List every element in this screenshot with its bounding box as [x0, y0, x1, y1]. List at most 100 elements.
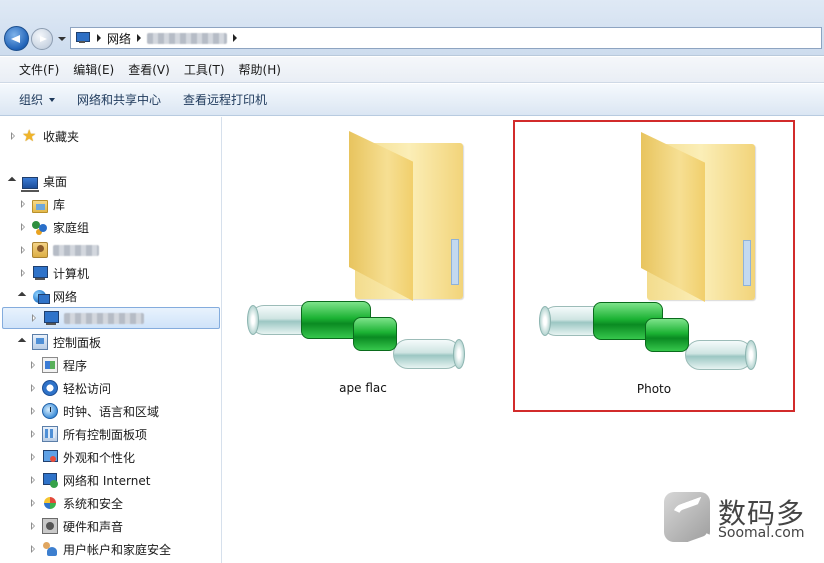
tree-label: 用户帐户和家庭安全	[63, 542, 172, 557]
tree-label: 时钟、语言和区域	[63, 404, 160, 419]
tree-label: 桌面	[43, 174, 68, 189]
network-internet-icon	[42, 472, 58, 488]
breadcrumb-separator[interactable]	[97, 34, 101, 42]
expand-arrow-icon[interactable]	[28, 360, 38, 370]
tree-label: 收藏夹	[43, 129, 80, 144]
expand-arrow-icon[interactable]	[28, 521, 38, 531]
breadcrumb-separator[interactable]	[137, 34, 142, 42]
tree-item-ease-of-access[interactable]: 轻松访问	[28, 377, 111, 399]
folder-name[interactable]: ape flac	[243, 381, 483, 395]
address-bar[interactable]: 网络	[70, 27, 822, 49]
tree-label: 网络	[53, 289, 78, 304]
tree-item-network-computer[interactable]	[2, 307, 220, 329]
menu-bar: 文件(F) 编辑(E) 查看(V) 工具(T) 帮助(H)	[0, 57, 824, 83]
network-sharing-center-button[interactable]: 网络和共享中心	[70, 91, 168, 108]
tree-item-all-control-panel-items[interactable]: 所有控制面板项	[28, 423, 147, 445]
recent-pages-dropdown[interactable]	[58, 37, 66, 41]
view-remote-printers-button[interactable]: 查看远程打印机	[176, 91, 274, 108]
organize-button[interactable]: 组织	[12, 91, 62, 108]
star-icon	[22, 126, 38, 145]
expand-arrow-icon[interactable]	[28, 498, 38, 508]
collapse-arrow-icon[interactable]	[8, 176, 18, 186]
watermark-subtitle: Soomal.com	[718, 525, 805, 541]
all-control-panel-items-icon	[42, 426, 58, 442]
address-row: 网络	[0, 0, 824, 56]
tree-item-user[interactable]	[18, 239, 99, 261]
chevron-down-icon	[49, 97, 56, 102]
breadcrumb-computer-blurred[interactable]	[147, 32, 228, 44]
shared-folder-item-highlighted[interactable]: Photo	[513, 120, 795, 412]
expand-arrow-icon[interactable]	[28, 544, 38, 554]
shared-folder-icon	[535, 122, 775, 382]
breadcrumb-network[interactable]: 网络	[107, 30, 131, 47]
tree-item-desktop[interactable]: 桌面	[8, 170, 67, 192]
expand-arrow-icon[interactable]	[18, 222, 28, 232]
tree-label: 计算机	[53, 266, 90, 281]
network-computer-name-blurred	[64, 312, 144, 324]
menu-help[interactable]: 帮助(H)	[232, 61, 288, 78]
control-panel-icon	[32, 334, 48, 350]
appearance-icon	[42, 449, 58, 465]
tree-item-network[interactable]: 网络	[18, 285, 77, 307]
menu-edit[interactable]: 编辑(E)	[66, 61, 121, 78]
expand-arrow-icon[interactable]	[18, 199, 28, 209]
shared-folder-icon	[243, 121, 483, 381]
tree-label: 系统和安全	[63, 496, 124, 511]
command-bar: 组织 网络和共享中心 查看远程打印机	[0, 84, 824, 116]
tree-label: 外观和个性化	[63, 450, 136, 465]
tree-item-network-internet[interactable]: 网络和 Internet	[28, 469, 150, 491]
tree-item-homegroup[interactable]: 家庭组	[18, 216, 89, 238]
expand-arrow-icon[interactable]	[29, 313, 39, 323]
desktop-icon	[21, 177, 39, 192]
expand-arrow-icon[interactable]	[18, 245, 28, 255]
expand-arrow-icon[interactable]	[28, 383, 38, 393]
user-name-blurred	[53, 244, 99, 256]
expand-arrow-icon[interactable]	[28, 406, 38, 416]
forward-button[interactable]	[31, 28, 53, 50]
collapse-arrow-icon[interactable]	[18, 337, 28, 347]
shared-folder-item[interactable]: ape flac	[243, 121, 483, 411]
breadcrumb-separator[interactable]	[233, 34, 238, 42]
expand-arrow-icon[interactable]	[8, 131, 18, 141]
expand-arrow-icon[interactable]	[28, 475, 38, 485]
tree-item-appearance[interactable]: 外观和个性化	[28, 446, 135, 468]
user-folder-icon	[32, 242, 48, 258]
tree-label: 网络和 Internet	[63, 473, 151, 488]
organize-label: 组织	[19, 93, 44, 107]
menu-file[interactable]: 文件(F)	[12, 61, 66, 78]
network-location-icon	[75, 32, 91, 44]
tree-label: 程序	[63, 358, 88, 373]
navigation-pane[interactable]: 收藏夹 桌面 库 家庭组 计算机 网络 控制面板	[0, 117, 222, 563]
tree-item-computer[interactable]: 计算机	[18, 262, 89, 284]
expand-arrow-icon[interactable]	[28, 429, 38, 439]
expand-arrow-icon[interactable]	[18, 268, 28, 278]
tree-item-control-panel[interactable]: 控制面板	[18, 331, 101, 353]
tree-label: 所有控制面板项	[63, 427, 148, 442]
tree-label: 库	[53, 197, 66, 212]
tree-item-clock-language-region[interactable]: 时钟、语言和区域	[28, 400, 159, 422]
network-icon	[32, 288, 50, 304]
back-button[interactable]	[4, 26, 29, 51]
library-icon	[32, 199, 48, 213]
tree-item-programs[interactable]: 程序	[28, 354, 87, 376]
tree-item-libraries[interactable]: 库	[18, 193, 65, 215]
computer-icon	[32, 265, 48, 281]
folder-name[interactable]: Photo	[515, 382, 793, 396]
system-security-icon	[42, 495, 58, 511]
soomal-logo-icon	[664, 492, 710, 542]
tree-item-system-security[interactable]: 系统和安全	[28, 492, 123, 514]
programs-icon	[42, 357, 58, 373]
tree-label: 轻松访问	[63, 381, 112, 396]
tree-label: 硬件和声音	[63, 519, 124, 534]
collapse-arrow-icon[interactable]	[18, 291, 28, 301]
tree-item-user-accounts[interactable]: 用户帐户和家庭安全	[28, 538, 171, 560]
tree-label: 家庭组	[53, 220, 90, 235]
expand-arrow-icon[interactable]	[28, 452, 38, 462]
computer-icon	[43, 310, 59, 326]
ease-of-access-icon	[42, 380, 58, 396]
user-accounts-icon	[42, 541, 58, 557]
tree-item-favorites[interactable]: 收藏夹	[8, 125, 79, 147]
menu-tools[interactable]: 工具(T)	[177, 61, 232, 78]
tree-item-hardware-sound[interactable]: 硬件和声音	[28, 515, 123, 537]
menu-view[interactable]: 查看(V)	[121, 61, 177, 78]
